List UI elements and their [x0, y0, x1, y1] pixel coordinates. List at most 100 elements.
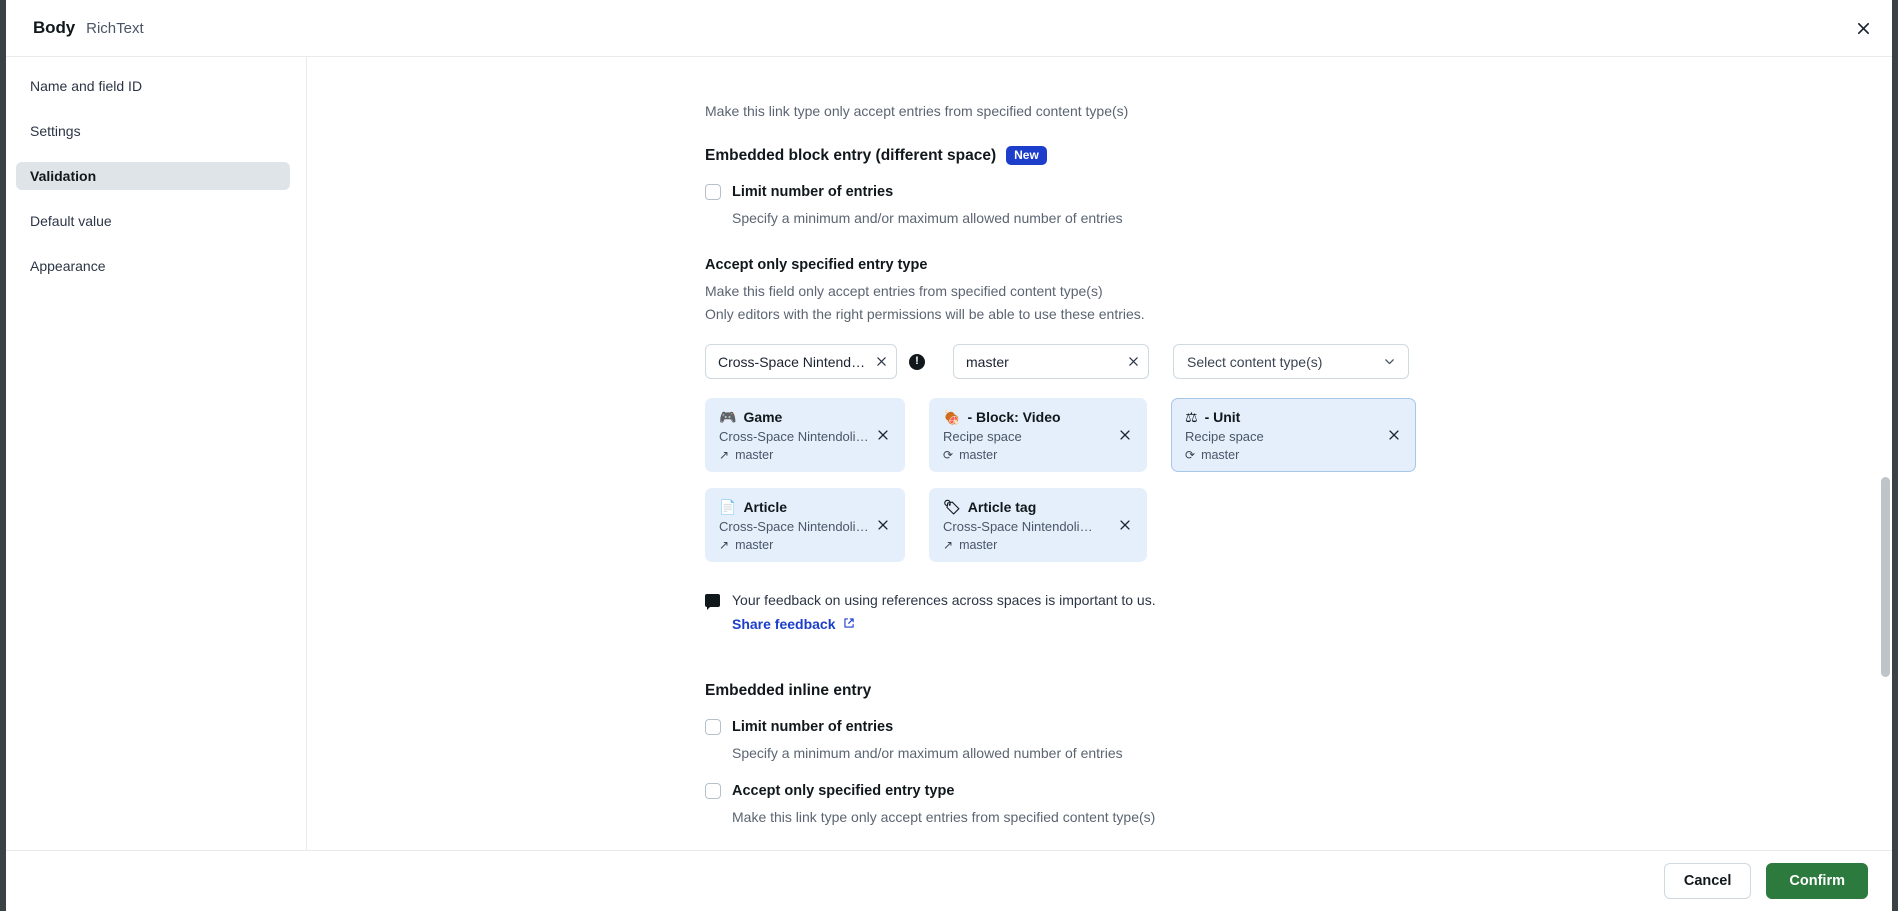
balance-scale-icon: ⚖	[1185, 409, 1198, 426]
modal-footer: Cancel Confirm	[0, 850, 1898, 911]
tag-icon: 🏷	[943, 499, 961, 516]
content-type-select[interactable]: Select content type(s)	[1173, 344, 1409, 380]
content-type-space: Cross-Space Nintendolife - ...	[719, 429, 871, 445]
content-type-card-article[interactable]: 📄 Article Cross-Space Nintendolife - E..…	[705, 488, 905, 563]
modal-header: Body RichText	[0, 0, 1898, 57]
content-type-environment: ↗ master	[719, 448, 892, 462]
content-type-card-title: 🍖 - Block: Video	[943, 409, 1134, 425]
limit-entries-checkbox-inline[interactable]	[705, 719, 721, 736]
sidebar-item-name-and-field-id[interactable]: Name and field ID	[16, 72, 290, 100]
sidebar-item-label: Validation	[30, 168, 97, 184]
section-title: Embedded inline entry	[705, 682, 872, 700]
meat-icon: 🍖	[943, 409, 961, 426]
content-type-card-title: 📄 Article	[719, 499, 892, 515]
sidebar-item-label: Appearance	[30, 258, 106, 274]
external-link-icon	[843, 616, 855, 632]
accept-entry-type-checkbox-inline[interactable]	[705, 783, 721, 800]
content-type-card-unit[interactable]: ⚖ - Unit Recipe space ⟳ master	[1171, 398, 1416, 473]
content-type-environment: ↗ master	[943, 538, 1134, 552]
accept-entry-type-desc-line2: Only editors with the right permissions …	[705, 305, 1145, 322]
sidebar-item-validation[interactable]: Validation	[16, 162, 290, 190]
feedback-block: Your feedback on using references across…	[705, 590, 1858, 634]
environment-icon: ⟳	[1185, 448, 1196, 463]
section-header-inline-entry: Embedded inline entry	[705, 682, 1858, 700]
clipped-hint-text: Make this link type only accept entries …	[705, 103, 1129, 119]
validation-panel: Make this link type only accept entries …	[307, 57, 1898, 850]
environment-name: master	[959, 448, 998, 463]
environment-filter-clear-icon[interactable]	[1118, 345, 1148, 378]
scrollbar-thumb[interactable]	[1881, 477, 1890, 677]
share-feedback-label: Share feedback	[732, 616, 836, 633]
status-badge: New	[1006, 146, 1047, 166]
content-type-name: - Block: Video	[967, 409, 1061, 426]
cross-space-icon: ↗	[719, 448, 730, 463]
environment-filter-value: master	[966, 353, 1009, 370]
content-type-environment: ↗ master	[719, 538, 892, 552]
limit-entries-label-inline[interactable]: Limit number of entries	[732, 719, 893, 735]
limit-entries-hint-block: Specify a minimum and/or maximum allowed…	[732, 210, 1123, 227]
content-type-space: Recipe space	[943, 429, 1022, 445]
confirm-button[interactable]: Confirm	[1766, 863, 1868, 899]
field-type-label: RichText	[86, 19, 144, 37]
limit-entries-checkbox-block[interactable]	[705, 184, 721, 201]
environment-name: master	[735, 448, 774, 463]
content-type-card-title: 🎮 Game	[719, 409, 892, 425]
remove-content-type-icon[interactable]	[1383, 424, 1405, 446]
environment-name: master	[959, 538, 998, 553]
field-settings-modal: Body RichText Name and field ID Settings…	[0, 0, 1898, 911]
space-filter-value: Cross-Space Nintendolife ...	[718, 353, 866, 370]
content-type-space: Cross-Space Nintendolife - E...	[719, 519, 871, 535]
modal-body: Name and field ID Settings Validation De…	[0, 57, 1898, 850]
limit-entries-row-block: Limit number of entries	[705, 184, 1858, 201]
close-icon[interactable]	[1846, 11, 1880, 45]
content-type-select-value: Select content type(s)	[1187, 353, 1323, 370]
environment-name: master	[1201, 448, 1240, 463]
environment-icon: ⟳	[943, 448, 954, 463]
content-type-card-title: 🏷 Article tag	[943, 499, 1134, 515]
content-type-space: Cross-Space Nintendolife - E...	[943, 519, 1095, 535]
sidebar-item-settings[interactable]: Settings	[16, 117, 290, 145]
content-type-space: Recipe space	[1185, 429, 1264, 445]
share-feedback-link[interactable]: Share feedback	[732, 616, 855, 632]
window-edge-left	[0, 0, 6, 911]
space-filter-pill[interactable]: Cross-Space Nintendolife ...	[705, 344, 897, 380]
cross-space-icon: ↗	[719, 538, 730, 553]
settings-sidebar: Name and field ID Settings Validation De…	[0, 57, 307, 850]
cancel-button[interactable]: Cancel	[1663, 863, 1752, 899]
remove-content-type-icon[interactable]	[1114, 514, 1136, 536]
page-title: Body	[33, 18, 76, 37]
content-type-name: Article	[743, 499, 788, 516]
sidebar-item-label: Settings	[30, 123, 81, 139]
space-environment-filter-row: Cross-Space Nintendolife ... ! master	[705, 344, 1858, 380]
sidebar-item-appearance[interactable]: Appearance	[16, 252, 290, 280]
content-type-card-article-tag[interactable]: 🏷 Article tag Cross-Space Nintendolife -…	[929, 488, 1147, 563]
remove-content-type-icon[interactable]	[872, 424, 894, 446]
remove-content-type-icon[interactable]	[1114, 424, 1136, 446]
sidebar-item-label: Default value	[30, 213, 112, 229]
limit-entries-label-block[interactable]: Limit number of entries	[732, 184, 893, 200]
content-type-name: Game	[743, 409, 783, 426]
validation-scroll-area[interactable]: Make this link type only accept entries …	[307, 57, 1898, 850]
vertical-scrollbar[interactable]	[1881, 57, 1890, 850]
content-type-card-title: ⚖ - Unit	[1185, 409, 1403, 425]
selected-content-types-list: 🎮 Game Cross-Space Nintendolife - ... ↗ …	[705, 398, 1475, 563]
content-type-card-game[interactable]: 🎮 Game Cross-Space Nintendolife - ... ↗ …	[705, 398, 905, 473]
cross-space-icon: ↗	[943, 538, 954, 553]
accept-entry-type-label-inline[interactable]: Accept only specified entry type	[732, 783, 954, 799]
environment-name: master	[735, 538, 774, 553]
accept-entry-type-desc-line1: Make this field only accept entries from…	[705, 283, 1103, 300]
content-type-card-block-video[interactable]: 🍖 - Block: Video Recipe space ⟳ master	[929, 398, 1147, 473]
space-filter-clear-icon[interactable]	[866, 345, 896, 378]
section-header-block-different-space: Embedded block entry (different space) N…	[705, 146, 1858, 166]
sidebar-item-default-value[interactable]: Default value	[16, 207, 290, 235]
game-controller-icon: 🎮	[719, 409, 737, 426]
warning-icon[interactable]: !	[909, 353, 925, 370]
section-title: Embedded block entry (different space)	[705, 146, 997, 164]
comment-icon	[705, 594, 720, 611]
content-type-environment: ⟳ master	[1185, 448, 1403, 462]
remove-content-type-icon[interactable]	[872, 514, 894, 536]
window-edge-right	[1892, 0, 1898, 911]
accept-entry-type-row-inline: Accept only specified entry type	[705, 783, 1858, 800]
environment-filter-pill[interactable]: master	[953, 344, 1149, 380]
sidebar-item-label: Name and field ID	[30, 78, 143, 94]
